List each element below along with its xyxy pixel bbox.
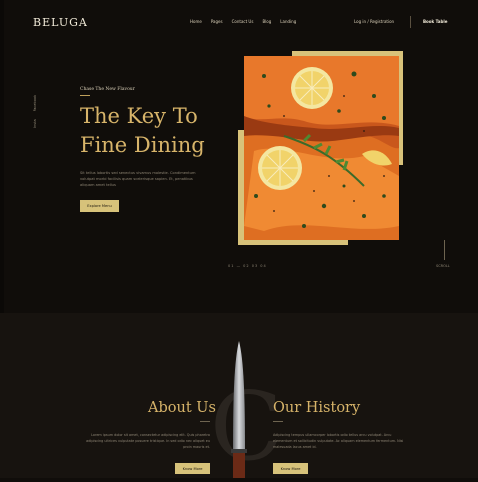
- nav-item-home[interactable]: Home: [190, 19, 202, 24]
- nav-item-pages[interactable]: Pages: [211, 19, 223, 24]
- social-link-facebook[interactable]: Facebook: [33, 95, 37, 111]
- about-title: About Us: [148, 400, 216, 416]
- history-know-more-button[interactable]: Know More: [273, 463, 308, 474]
- login-link[interactable]: Log in / Registration: [354, 19, 394, 24]
- hero-title: The Key To Fine Dining: [80, 104, 205, 157]
- hero-description: Sit tellus lobortis sed senectus vivamus…: [80, 171, 196, 187]
- nav-item-landing[interactable]: Landing: [280, 19, 296, 24]
- nav-item-contact[interactable]: Contact Us: [232, 19, 254, 24]
- nav-item-blog[interactable]: Blog: [262, 19, 271, 24]
- history-title: Our History: [273, 400, 361, 416]
- about-know-more-button[interactable]: Know More: [175, 463, 210, 474]
- slider-counter[interactable]: 01 — 02 03 04: [228, 264, 267, 268]
- hero-eyebrow: Chase The New Flavour: [80, 87, 135, 92]
- eyebrow-underline: [80, 95, 90, 96]
- social-link-instagram[interactable]: Insta: [33, 119, 37, 128]
- explore-menu-button[interactable]: Explore Menu: [80, 200, 119, 212]
- header-divider: [410, 16, 411, 28]
- knife-image: [227, 341, 251, 478]
- scroll-indicator-line: [444, 240, 445, 260]
- social-links: Insta Facebook: [33, 95, 37, 128]
- history-underline: [273, 421, 283, 422]
- history-description: Adipiscing tempus ullamcorper lobortis o…: [273, 433, 404, 449]
- main-nav: Home Pages Contact Us Blog Landing: [190, 19, 296, 24]
- hero-food-image: [244, 56, 399, 240]
- about-underline: [200, 421, 210, 422]
- book-table-button[interactable]: Book Table: [423, 19, 447, 24]
- scroll-label[interactable]: SCROLL: [436, 264, 450, 268]
- about-description: Lorem ipsum dolor sit amet, consectetur …: [86, 433, 210, 449]
- brand-logo[interactable]: BELUGA: [33, 16, 88, 29]
